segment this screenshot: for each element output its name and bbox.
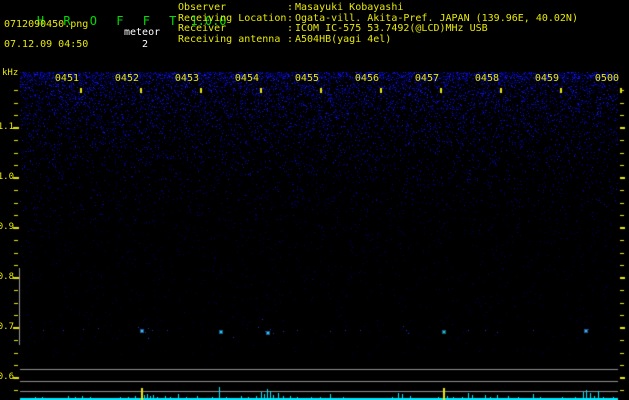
freq-tick-label: 1.0 bbox=[0, 172, 14, 182]
freq-tick-label: 0.9 bbox=[0, 222, 14, 232]
time-tick-label: 0456 bbox=[354, 73, 379, 84]
time-tick-label: 0454 bbox=[234, 73, 259, 84]
time-tick-label: 0458 bbox=[474, 73, 499, 84]
time-tick-label: 0459 bbox=[534, 73, 559, 84]
freq-tick-label: 0.7 bbox=[0, 322, 14, 332]
info-value: Masayuki Kobayashi bbox=[295, 2, 404, 13]
hrofft-window: H R O F F T 1.0.0 0712090450.png meteor 0… bbox=[0, 0, 629, 400]
freq-tick-label: 0.6 bbox=[0, 372, 14, 382]
datetime-label: 07.12.09 04:50 bbox=[4, 39, 89, 50]
info-label: Receiving antenna bbox=[178, 33, 281, 45]
freq-tick-label: 0.8 bbox=[0, 272, 14, 282]
info-value: A504HB(yagi 4el) bbox=[295, 33, 392, 45]
time-tick-label: 0452 bbox=[114, 73, 139, 84]
time-tick-label: 0451 bbox=[54, 73, 79, 84]
info-label: Observer bbox=[178, 2, 227, 13]
freq-tick-label: 1.1 bbox=[0, 122, 14, 132]
info-row: Receiving antenna: A504HB(yagi 4el) bbox=[178, 33, 578, 46]
time-tick-label: 0500 bbox=[594, 73, 619, 84]
time-tick-label: 0457 bbox=[414, 73, 439, 84]
info-colon: : bbox=[287, 33, 294, 45]
meteor-count: 2 bbox=[142, 39, 149, 50]
filename-label: 0712090450.png bbox=[4, 19, 89, 30]
mode-label: meteor bbox=[124, 27, 161, 38]
freq-unit-label: kHz bbox=[2, 68, 19, 78]
observer-info-block: Observer: Masayuki Kobayashi Receiving Loc… bbox=[178, 3, 578, 45]
info-colon: : bbox=[287, 2, 294, 13]
info-row: Observer: Masayuki Kobayashi bbox=[178, 3, 578, 14]
time-tick-label: 0455 bbox=[294, 73, 319, 84]
spectrogram-canvas bbox=[0, 0, 629, 400]
time-tick-label: 0453 bbox=[174, 73, 199, 84]
